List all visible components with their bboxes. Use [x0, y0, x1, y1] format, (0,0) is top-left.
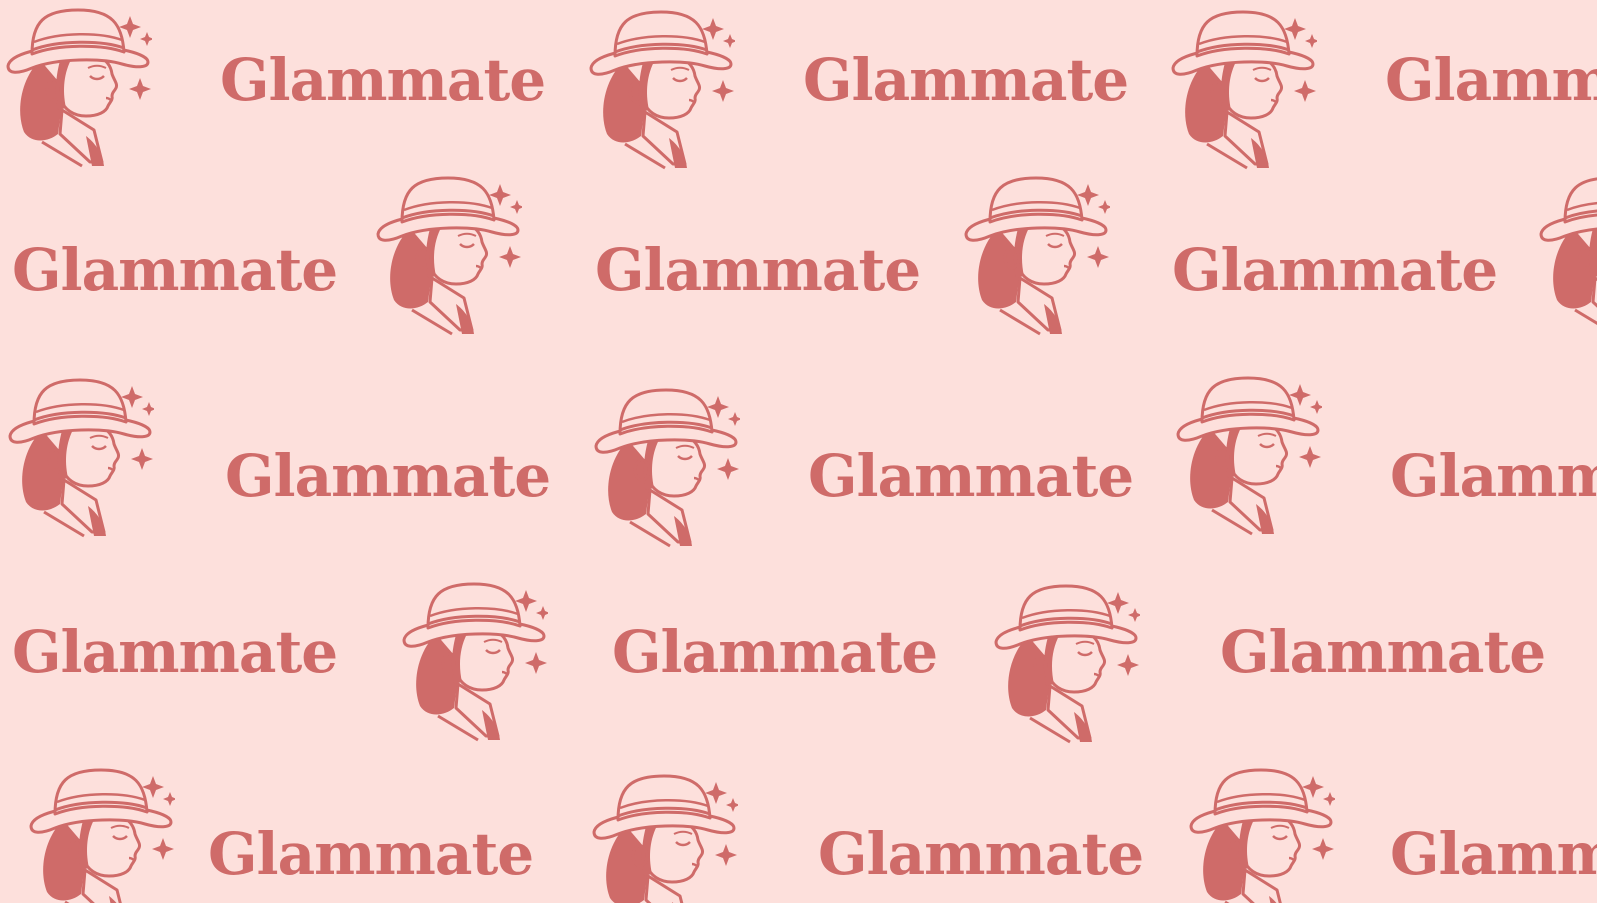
brand-wordmark: Glammate — [808, 442, 1134, 510]
brand-wordmark: Glammate — [1385, 46, 1597, 114]
woman-with-hat-icon — [588, 768, 740, 911]
woman-with-hat-icon — [4, 372, 156, 542]
woman-with-hat-icon — [990, 578, 1142, 748]
brand-wordmark: Glammate — [1172, 236, 1498, 304]
bottom-edge — [0, 903, 1597, 911]
woman-with-hat-icon — [2, 2, 154, 172]
brand-wordmark: Glammate — [1220, 618, 1546, 686]
woman-with-hat-icon — [1167, 4, 1319, 174]
woman-with-hat-icon — [1185, 762, 1337, 911]
brand-wordmark: Glammate — [803, 46, 1129, 114]
woman-with-hat-icon — [25, 762, 177, 911]
woman-with-hat-icon — [372, 170, 524, 340]
logo-pattern: Glammate Glammate Glammate Glammate Glammate… — [0, 0, 1597, 911]
brand-wordmark: Glammate — [225, 442, 551, 510]
woman-with-hat-icon — [960, 170, 1112, 340]
woman-with-hat-icon — [1172, 370, 1324, 540]
woman-with-hat-icon — [585, 4, 737, 174]
brand-wordmark: Glammate — [208, 820, 534, 888]
brand-wordmark: Glammate — [220, 46, 546, 114]
brand-wordmark: Glammate — [595, 236, 921, 304]
woman-with-hat-icon — [398, 576, 550, 746]
brand-wordmark: Glammate — [1390, 442, 1597, 510]
brand-wordmark: Glammate — [1390, 820, 1597, 888]
brand-wordmark: Glammate — [12, 618, 338, 686]
woman-with-hat-icon — [1535, 170, 1597, 340]
brand-wordmark: Glammate — [12, 236, 338, 304]
brand-wordmark: Glammate — [818, 820, 1144, 888]
woman-with-hat-icon — [590, 382, 742, 552]
brand-wordmark: Glammate — [612, 618, 938, 686]
